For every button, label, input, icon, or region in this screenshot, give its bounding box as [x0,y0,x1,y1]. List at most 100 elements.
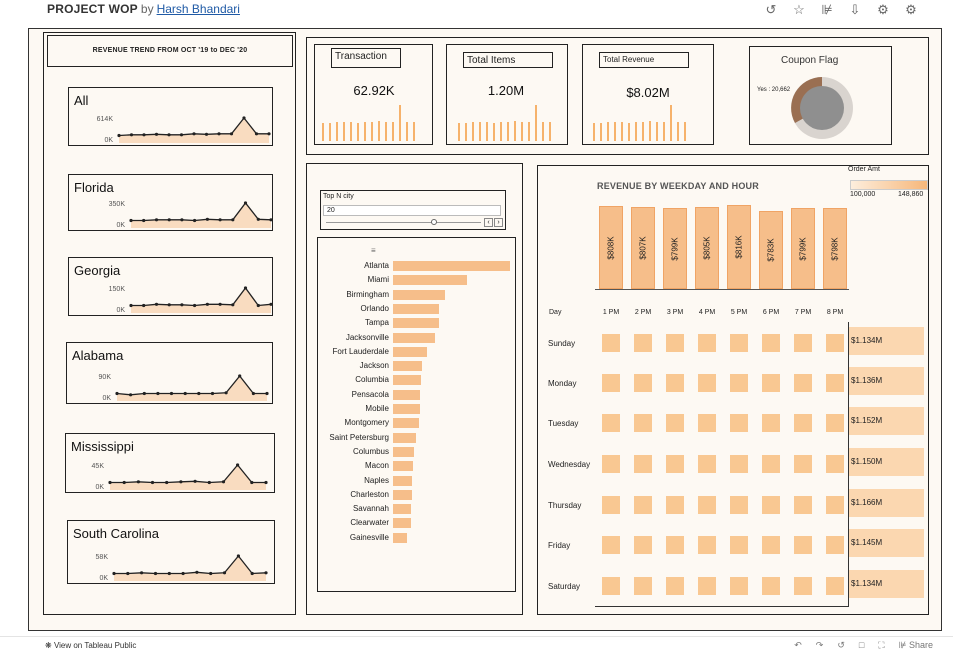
heatmap-cell[interactable] [602,334,620,352]
heatmap-cell[interactable] [762,536,780,554]
heatmap-cell[interactable] [698,374,716,392]
city-bar[interactable] [393,332,436,343]
state-sparkline[interactable]: 614K 0K [69,88,274,147]
heatmap-cell[interactable] [794,496,812,514]
heatmap-cell[interactable] [666,414,684,432]
city-bar[interactable] [393,404,420,414]
city-bar[interactable] [393,303,439,314]
day-total[interactable]: $1.134M [849,327,924,355]
topn-slider-track[interactable] [326,222,481,223]
city-bar[interactable] [393,518,411,529]
heatmap-cell[interactable] [762,334,780,352]
heatmap-cell[interactable] [762,374,780,392]
heatmap-cell[interactable] [666,536,684,554]
heatmap-cell[interactable] [794,414,812,432]
hour-total-bar[interactable]: $783K [759,211,783,289]
heatmap-cell[interactable] [762,414,780,432]
undo-icon[interactable]: ↶ [794,640,802,651]
heatmap-cell[interactable] [762,455,780,473]
share-button[interactable]: ⊯ Share [899,640,933,651]
city-bar[interactable] [393,532,407,543]
heatmap-cell[interactable] [666,455,684,473]
city-bar[interactable] [393,346,427,357]
heatmap-cell[interactable] [698,455,716,473]
star-icon[interactable]: ☆ [791,2,807,18]
share-node-icon[interactable]: ⊯ [819,2,835,18]
heatmap-cell[interactable] [730,496,748,514]
heatmap-cell[interactable] [634,414,652,432]
heatmap-cell[interactable] [826,374,844,392]
city-bar[interactable] [393,275,467,286]
comment-icon[interactable]: □ [859,640,864,651]
heatmap-cell[interactable] [794,536,812,554]
settings-icon[interactable]: ⚙ [903,2,919,18]
download-icon[interactable]: ⇩ [847,2,863,18]
topn-next-button[interactable]: › [494,218,503,227]
heatmap-cell[interactable] [602,496,620,514]
hour-total-bar[interactable]: $805K [695,207,719,289]
heatmap-cell[interactable] [730,414,748,432]
state-sparkline[interactable]: 150K 0K [69,258,274,317]
heatmap-cell[interactable] [794,334,812,352]
hour-total-bar[interactable]: $798K [823,208,847,289]
heatmap-cell[interactable] [698,536,716,554]
city-bar[interactable] [393,318,439,329]
heatmap-cell[interactable] [826,455,844,473]
revert-icon[interactable]: ↺ [763,2,779,18]
sort-icon[interactable]: ≡ [371,246,376,255]
day-total[interactable]: $1.134M [849,570,924,598]
heatmap-cell[interactable] [826,414,844,432]
heatmap-cell[interactable] [698,334,716,352]
heatmap-cell[interactable] [602,414,620,432]
hour-total-bar[interactable]: $807K [631,206,655,289]
heatmap-cell[interactable] [826,334,844,352]
heatmap-cell[interactable] [634,455,652,473]
heatmap-cell[interactable] [634,536,652,554]
hour-total-bar[interactable]: $799K [663,208,687,289]
redo-icon[interactable]: ↷ [816,640,824,651]
state-sparkline[interactable]: 350K 0K [69,175,274,232]
state-sparkline[interactable]: 90K 0K [67,343,274,405]
heatmap-cell[interactable] [794,374,812,392]
city-bar[interactable] [393,361,423,372]
hour-total-bar[interactable]: $799K [791,208,815,289]
heatmap-cell[interactable] [602,455,620,473]
city-bar[interactable] [393,432,417,443]
author-link[interactable]: Harsh Bhandari [157,2,240,16]
heatmap-cell[interactable] [634,496,652,514]
city-bar[interactable] [393,375,422,386]
heatmap-cell[interactable] [794,577,812,595]
city-bar[interactable] [393,261,510,271]
day-total[interactable]: $1.136M [849,367,924,395]
heatmap-cell[interactable] [698,414,716,432]
heatmap-cell[interactable] [666,334,684,352]
revert-icon[interactable]: ↺ [837,640,845,651]
heatmap-cell[interactable] [698,496,716,514]
topn-prev-button[interactable]: ‹ [484,218,493,227]
heatmap-cell[interactable] [762,577,780,595]
heatmap-cell[interactable] [762,496,780,514]
heatmap-cell[interactable] [794,455,812,473]
heatmap-cell[interactable] [634,334,652,352]
city-bar[interactable] [393,389,420,400]
coupon-donut[interactable]: Yes : 20,662 [752,68,862,144]
topn-slider-handle[interactable] [431,219,437,225]
heatmap-cell[interactable] [666,577,684,595]
heatmap-cell[interactable] [826,496,844,514]
day-total[interactable]: $1.152M [849,407,924,435]
alert-icon[interactable]: ⚙ [875,2,891,18]
city-bar[interactable] [393,418,419,429]
heatmap-cell[interactable] [698,577,716,595]
city-bar[interactable] [393,446,415,457]
state-sparkline[interactable]: 58K 0K [68,521,276,585]
heatmap-cell[interactable] [666,496,684,514]
city-bar[interactable] [393,489,412,500]
state-sparkline[interactable]: 45K 0K [66,434,276,494]
heatmap-cell[interactable] [730,374,748,392]
heatmap-cell[interactable] [634,577,652,595]
heatmap-cell[interactable] [730,334,748,352]
heatmap-cell[interactable] [730,455,748,473]
topn-input[interactable]: 20 [323,205,501,216]
heatmap-cell[interactable] [602,374,620,392]
day-total[interactable]: $1.145M [849,529,924,557]
